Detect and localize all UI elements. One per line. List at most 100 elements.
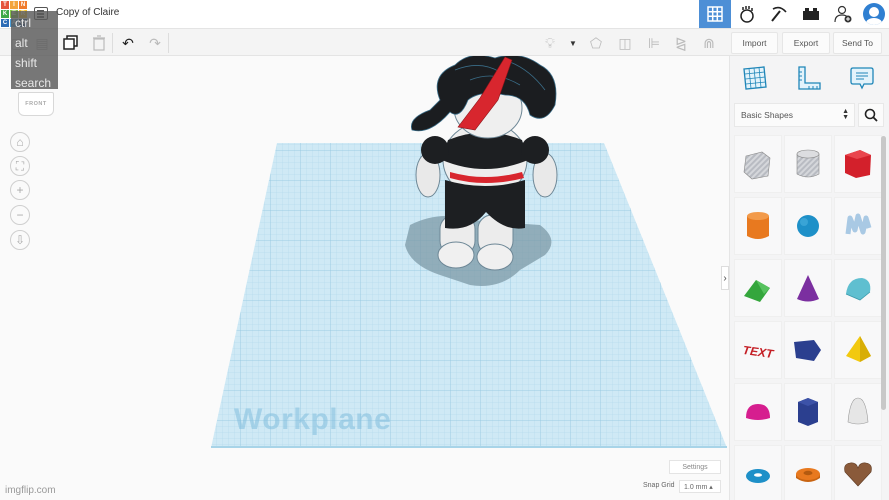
collapse-panel-button[interactable]: › — [721, 266, 729, 290]
grid-icon — [707, 6, 723, 22]
snap-grid-select[interactable]: 1.0 mm ▴ — [679, 480, 721, 493]
magnet-icon[interactable]: ⋒ — [700, 34, 718, 52]
shape-tile-text[interactable]: TEXT — [734, 321, 782, 379]
settings-button[interactable]: Settings — [669, 460, 721, 474]
shape-tile-box-hole[interactable] — [734, 135, 782, 193]
shape-tile-heart[interactable] — [834, 445, 882, 500]
send-to-button[interactable]: Send To — [833, 32, 882, 54]
shape-tile-scribble[interactable] — [834, 197, 882, 255]
3d-design-view-button[interactable] — [699, 0, 731, 28]
top-right-controls — [699, 0, 889, 28]
heart-icon — [844, 462, 872, 487]
key-ctrl: ctrl — [15, 16, 31, 30]
codeblocks-view-button[interactable] — [763, 0, 795, 28]
fit-view-button[interactable]: ⛶ — [10, 156, 30, 176]
panel-scrollbar[interactable] — [881, 136, 886, 410]
box-hole-icon — [743, 151, 771, 180]
shape-tile-pyramid[interactable] — [834, 321, 882, 379]
shape-tile-sphere[interactable] — [784, 197, 832, 255]
delete-icon[interactable] — [90, 34, 108, 52]
logo-letter: C — [1, 19, 9, 27]
group-icon[interactable]: ⬠ — [587, 34, 605, 52]
notes-icon[interactable] — [849, 65, 875, 91]
shape-search-button[interactable] — [858, 103, 884, 127]
shape-category-select[interactable]: Basic Shapes ▲ ▼ — [734, 103, 855, 127]
home-view-button[interactable]: ⌂ — [10, 132, 30, 152]
zoom-in-button[interactable]: + — [10, 180, 30, 200]
shape-tile-hexagonal-prism[interactable] — [784, 383, 832, 441]
key-alt: alt — [15, 36, 28, 50]
keyboard-modifier-overlay: ctrl alt shift search — [11, 11, 58, 90]
cone-icon — [797, 275, 819, 302]
add-user-icon — [834, 5, 852, 23]
brick-icon — [803, 8, 819, 20]
undo-icon[interactable]: ↶ — [119, 34, 137, 52]
plus-icon: + — [16, 183, 24, 197]
sphere-icon — [797, 215, 819, 237]
bricks-view-button[interactable] — [795, 0, 827, 28]
dropdown-caret-icon[interactable]: ▼ — [564, 34, 582, 52]
toolbar-divider — [112, 33, 113, 53]
shape-tile-box[interactable] — [834, 135, 882, 193]
top-bar: TINKERCAD Copy of Claire — [0, 0, 889, 28]
half-sphere-icon — [746, 404, 770, 420]
scribble-icon — [845, 213, 872, 235]
cylinder-icon — [747, 212, 769, 239]
zoom-out-button[interactable]: − — [10, 205, 30, 225]
shape-tile-roof[interactable] — [734, 259, 782, 317]
shape-tile-torus[interactable] — [734, 445, 782, 500]
shape-tile-half-sphere[interactable] — [734, 383, 782, 441]
logo-letter: I — [10, 1, 18, 9]
key-shift: shift — [15, 56, 38, 70]
light-icon[interactable]: 💡︎ — [541, 34, 559, 52]
export-button[interactable]: Export — [782, 32, 830, 54]
minus-icon: − — [16, 208, 24, 222]
box-icon — [845, 150, 871, 178]
svg-text:TEXT: TEXT — [742, 343, 776, 361]
key-search: search — [15, 76, 52, 90]
duplicate-icon[interactable] — [62, 34, 80, 52]
roof-icon — [744, 280, 770, 302]
redo-icon[interactable]: ↷ — [146, 34, 164, 52]
home-icon: ⌂ — [16, 135, 24, 149]
circuits-view-button[interactable] — [731, 0, 763, 28]
shape-tile-round-roof[interactable] — [834, 259, 882, 317]
shape-tile-cone[interactable] — [784, 259, 832, 317]
pyramid-icon — [846, 336, 871, 362]
ruler-icon[interactable] — [796, 65, 822, 91]
tinkercad-editor: Workplane TINKERCAD Copy of Claire — [0, 0, 889, 500]
fit-icon: ⛶ — [15, 158, 25, 173]
view-cube[interactable]: FRONT — [18, 92, 54, 116]
cylinder-hole-icon — [796, 149, 820, 178]
workplane-icon[interactable] — [742, 65, 768, 91]
hexagonal-prism-icon — [798, 398, 818, 426]
polygon-icon — [794, 340, 821, 361]
text-icon: TEXT — [742, 343, 776, 361]
mirror-icon[interactable]: ⧎ — [672, 34, 690, 52]
select-arrows-icon: ▲ ▼ — [842, 108, 849, 121]
perspective-button[interactable]: ⇩ — [10, 230, 30, 250]
shape-tile-polygon[interactable] — [784, 321, 832, 379]
ungroup-icon[interactable]: ◫ — [616, 34, 634, 52]
snap-grid-label: Snap Grid — [643, 482, 675, 489]
shape-tile-cylinder[interactable] — [734, 197, 782, 255]
workplane-label: Workplane — [234, 403, 392, 436]
round-roof-icon — [845, 278, 871, 301]
shape-tile-tube[interactable] — [784, 445, 832, 500]
logo-letter: N — [19, 1, 27, 9]
align-icon[interactable]: ⊫ — [645, 34, 663, 52]
user-avatar[interactable] — [863, 3, 885, 25]
search-icon — [864, 108, 878, 122]
watermark: imgflip.com — [5, 485, 56, 496]
shape-tile-paraboloid[interactable] — [834, 383, 882, 441]
logo-letter: T — [1, 1, 9, 9]
import-button[interactable]: Import — [731, 32, 778, 54]
tube-icon — [796, 468, 820, 482]
logo-letter: K — [1, 10, 9, 18]
paraboloid-icon — [847, 397, 869, 425]
document-title[interactable]: Copy of Claire — [56, 7, 119, 18]
invite-user-button[interactable] — [827, 0, 859, 28]
shape-tile-cylinder-hole[interactable] — [784, 135, 832, 193]
shapes-panel: Basic Shapes ▲ ▼ TEXT — [729, 56, 889, 500]
edit-toolbar: ▢ ▤ ↶ ↷ 💡︎ ▼ ⬠ ◫ ⊫ ⧎ ⋒ Import Export Sen… — [0, 28, 889, 56]
